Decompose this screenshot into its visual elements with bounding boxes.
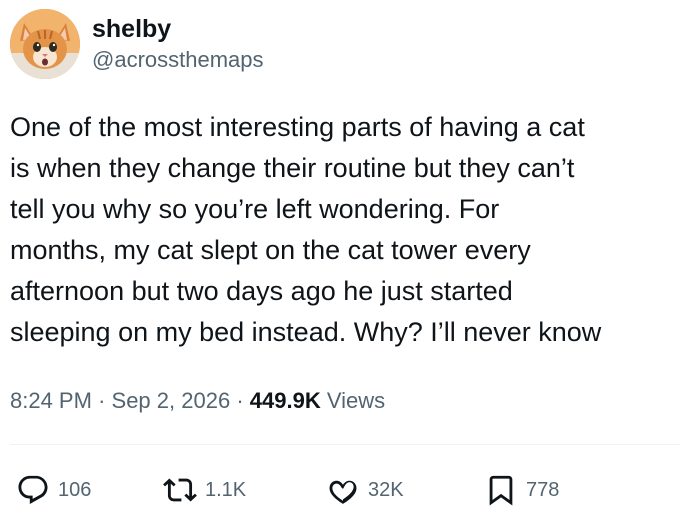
bookmark-button[interactable]: 778 [484, 470, 559, 510]
tweet-header: shelby @acrossthemaps [10, 9, 264, 79]
meta-separator: · [236, 388, 244, 413]
cat-avatar-icon [10, 9, 80, 79]
tweet-text: One of the most interesting parts of hav… [10, 112, 602, 347]
bookmark-count: 778 [526, 479, 560, 501]
bookmark-icon [489, 475, 513, 506]
reply-count: 106 [58, 479, 92, 501]
meta-separator: · [98, 388, 106, 413]
heart-icon [329, 480, 357, 504]
tweet-date[interactable]: Sep 2, 2026 [112, 388, 231, 413]
action-bar: 106 1.1K 32K 778 [0, 470, 682, 510]
reply-button[interactable]: 106 [16, 470, 91, 510]
like-button[interactable]: 32K [326, 470, 404, 510]
repost-count: 1.1K [205, 479, 247, 501]
divider [10, 444, 680, 445]
author-names: shelby @acrossthemaps [92, 13, 264, 75]
views-label: Views [326, 388, 386, 413]
repost-button[interactable]: 1.1K [163, 470, 246, 510]
user-handle[interactable]: @acrossthemaps [92, 45, 264, 75]
views-count: 449.9K [249, 388, 321, 413]
like-count: 32K [368, 479, 404, 501]
tweet-time[interactable]: 8:24 PM [10, 388, 92, 413]
tweet-meta: 8:24 PM · Sep 2, 2026 · 449.9K Views [10, 383, 385, 419]
tweet-card: shelby @acrossthemaps One of the most in… [0, 0, 682, 513]
reply-bubble-icon [18, 475, 48, 504]
avatar[interactable] [10, 9, 80, 79]
display-name[interactable]: shelby [92, 13, 264, 45]
repost-arrows-icon [163, 478, 197, 502]
